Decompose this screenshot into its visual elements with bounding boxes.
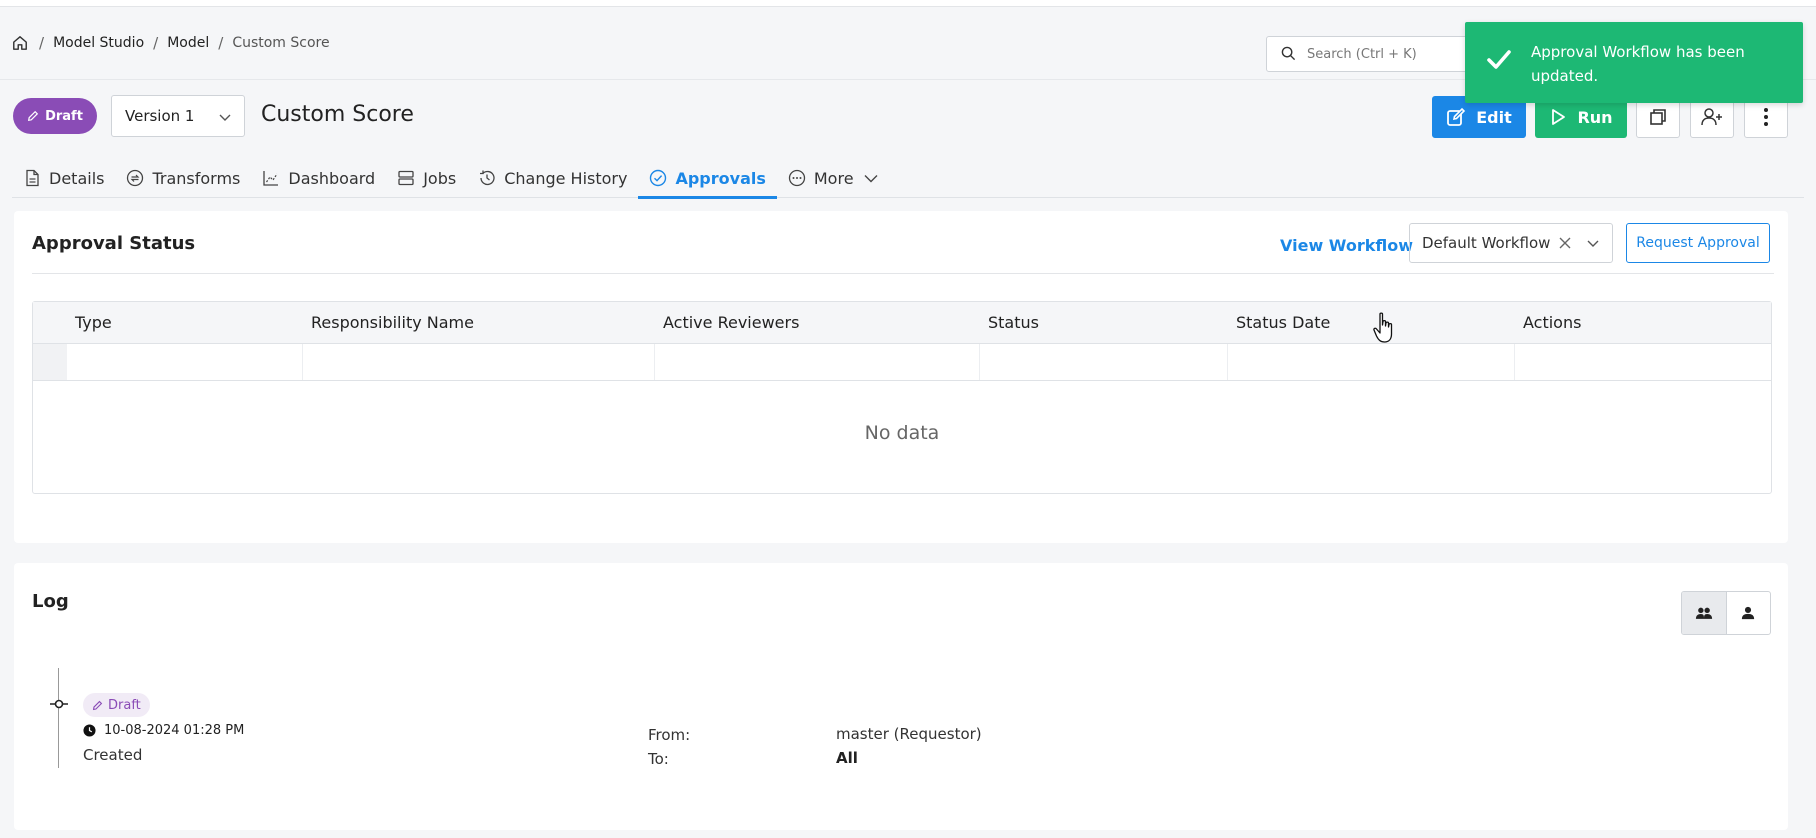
timeline-line xyxy=(58,668,59,768)
commit-node-icon xyxy=(50,699,68,709)
column-header-status[interactable]: Status xyxy=(988,313,1039,332)
pencil-icon xyxy=(92,700,103,710)
chevron-down-icon xyxy=(864,175,878,183)
jobs-icon xyxy=(398,170,414,186)
search-placeholder: Search (Ctrl + K) xyxy=(1307,46,1417,62)
hand-cursor-icon xyxy=(1373,312,1393,343)
breadcrumb-model-studio[interactable]: Model Studio xyxy=(53,35,144,51)
chart-icon xyxy=(263,171,279,186)
filter-cell-status[interactable] xyxy=(980,344,1228,380)
toast-message: Approval Workflow has been updated. xyxy=(1531,43,1745,85)
home-icon[interactable] xyxy=(12,34,30,52)
pencil-icon xyxy=(28,110,39,122)
column-header-actions[interactable]: Actions xyxy=(1523,313,1581,332)
log-view-toggle xyxy=(1681,591,1771,635)
edit-icon xyxy=(1447,107,1466,126)
column-header-responsibility-name[interactable]: Responsibility Name xyxy=(311,313,474,332)
column-header-active-reviewers[interactable]: Active Reviewers xyxy=(663,313,799,332)
chevron-down-icon xyxy=(219,114,231,121)
success-toast[interactable]: Approval Workflow has been updated. xyxy=(1465,22,1803,103)
users-icon xyxy=(1695,607,1712,619)
version-select[interactable]: Version 1 xyxy=(111,95,245,137)
top-bar xyxy=(0,0,1816,7)
filter-cell-status-date[interactable] xyxy=(1228,344,1515,380)
approval-status-panel: Approval Status View Workflow Default Wo… xyxy=(14,211,1788,543)
group-view-button[interactable] xyxy=(1682,592,1727,634)
column-header-type[interactable]: Type xyxy=(75,313,112,332)
view-workflow-link[interactable]: View Workflow xyxy=(1280,236,1413,255)
from-label: From: xyxy=(648,726,691,744)
column-header-status-date[interactable]: Status Date xyxy=(1236,313,1330,332)
history-icon xyxy=(480,170,495,186)
table-header: Type Responsibility Name Active Reviewer… xyxy=(33,302,1771,344)
status-badge[interactable]: Draft xyxy=(13,98,97,134)
copy-icon xyxy=(1650,109,1666,125)
play-icon xyxy=(1552,109,1566,125)
approval-status-title: Approval Status xyxy=(32,233,196,254)
tab-dashboard[interactable]: Dashboard xyxy=(251,158,386,198)
filter-cell-reviewers[interactable] xyxy=(655,344,980,380)
log-action: Created xyxy=(83,746,143,764)
request-approval-button[interactable]: Request Approval xyxy=(1626,223,1770,263)
tab-transforms[interactable]: Transforms xyxy=(115,158,251,198)
user-icon xyxy=(1742,606,1755,620)
workflow-select[interactable]: Default Workflow xyxy=(1409,223,1613,263)
breadcrumb-model[interactable]: Model xyxy=(167,35,209,51)
transforms-icon xyxy=(127,169,144,187)
tab-approvals[interactable]: Approvals xyxy=(638,158,778,199)
more-circle-icon xyxy=(788,169,806,187)
filter-cell-responsibility[interactable] xyxy=(303,344,655,380)
divider xyxy=(32,273,1774,274)
log-timestamp: 10-08-2024 01:28 PM xyxy=(83,723,244,738)
to-value: All xyxy=(836,749,858,767)
check-circle-icon xyxy=(650,169,667,187)
kebab-icon xyxy=(1764,108,1768,126)
tab-details[interactable]: Details xyxy=(12,158,115,198)
single-view-button[interactable] xyxy=(1727,592,1771,634)
breadcrumb-current: Custom Score xyxy=(232,35,330,51)
tab-change-history[interactable]: Change History xyxy=(467,158,638,198)
check-icon xyxy=(1485,45,1513,73)
clear-icon[interactable] xyxy=(1558,236,1572,250)
page-title: Custom Score xyxy=(261,102,414,127)
search-icon xyxy=(1281,46,1297,62)
tab-more[interactable]: More xyxy=(777,158,891,198)
empty-state-text: No data xyxy=(864,422,940,444)
to-label: To: xyxy=(648,750,669,768)
clock-icon xyxy=(83,724,96,737)
log-panel: Log Draft 10-08-2024 01:28 PM Created Fr… xyxy=(14,563,1788,830)
log-title: Log xyxy=(32,591,69,612)
from-value: master (Requestor) xyxy=(836,725,982,743)
approval-table: Type Responsibility Name Active Reviewer… xyxy=(32,301,1772,494)
filter-row xyxy=(33,344,1771,381)
add-user-icon xyxy=(1701,108,1722,126)
document-icon xyxy=(26,169,39,187)
tab-jobs[interactable]: Jobs xyxy=(386,158,467,198)
filter-cell-type[interactable] xyxy=(67,344,303,380)
chevron-down-icon xyxy=(1587,240,1599,247)
breadcrumb: / Model Studio / Model / Custom Score xyxy=(12,34,330,52)
tab-bar: Details Transforms Dashboard Jobs Change… xyxy=(12,158,1804,199)
log-status-badge: Draft xyxy=(83,693,150,717)
